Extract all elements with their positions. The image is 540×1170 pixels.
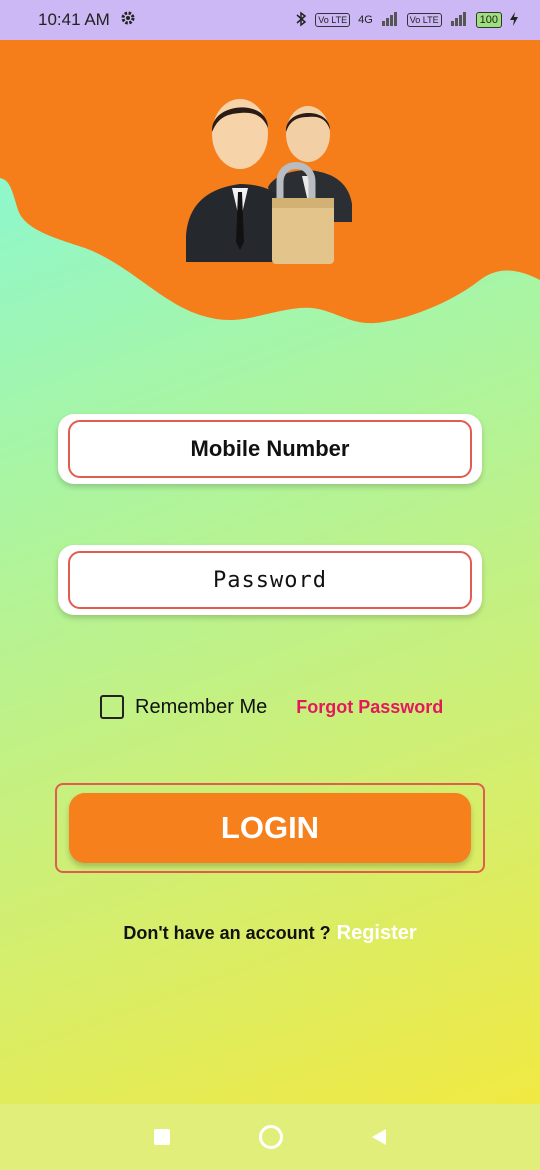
volte-badge-1: Vo LTE <box>315 13 351 27</box>
password-input[interactable]: Password <box>68 551 472 609</box>
triangle-back-icon[interactable] <box>371 1129 386 1145</box>
no-account-text: Don't have an account ? <box>123 923 331 943</box>
register-link[interactable]: Register <box>337 922 417 945</box>
navigation-bar <box>0 1104 540 1170</box>
network-label: 4G <box>358 14 373 26</box>
status-left: 10:41 AM <box>38 10 136 31</box>
remember-me-label[interactable]: Remember Me <box>135 696 267 719</box>
forgot-password-link[interactable]: Forgot Password <box>296 697 443 718</box>
login-button-frame: LOGIN <box>55 783 485 873</box>
charging-icon <box>510 11 518 29</box>
signal-icon <box>381 11 399 29</box>
circle-icon[interactable] <box>258 1125 283 1149</box>
mobile-field-card: Mobile Number <box>58 414 482 484</box>
status-right: Vo LTE 4G Vo LTE 100 <box>295 11 518 30</box>
remember-row: Remember Me Forgot Password <box>100 692 460 722</box>
square-icon[interactable] <box>154 1129 171 1145</box>
gear-icon <box>120 10 136 31</box>
battery-icon: 100 <box>475 12 502 28</box>
status-bar: 10:41 AM Vo LTE 4G Vo LTE 100 <box>0 0 540 40</box>
register-row: Don't have an account ? Register <box>0 922 540 945</box>
signal-icon-2 <box>450 11 468 29</box>
login-button[interactable]: LOGIN <box>69 793 471 863</box>
remember-me-checkbox[interactable] <box>100 695 124 719</box>
users-lock-icon <box>186 99 352 264</box>
bluetooth-icon <box>295 11 307 30</box>
status-time: 10:41 AM <box>38 10 110 29</box>
mobile-number-input[interactable]: Mobile Number <box>68 420 472 478</box>
password-field-card: Password <box>58 545 482 615</box>
volte-badge-2: Vo LTE <box>406 13 442 27</box>
